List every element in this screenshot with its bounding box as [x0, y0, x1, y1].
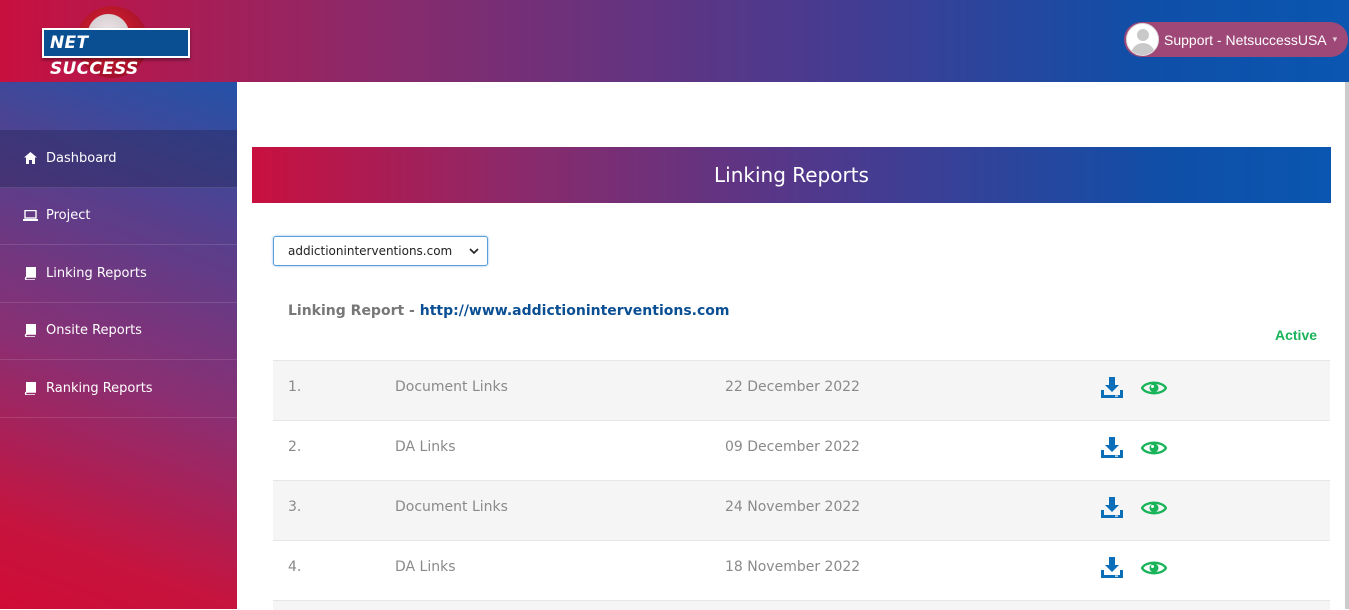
table-row: 4. DA Links 18 November 2022	[273, 540, 1330, 600]
laptop-icon	[22, 210, 38, 222]
status-badge: Active	[1275, 327, 1318, 343]
row-number: 1.	[288, 379, 302, 395]
chevron-down-icon	[469, 246, 479, 257]
report-label: Linking Report -	[288, 303, 420, 319]
row-number: 2.	[288, 439, 302, 455]
sidebar-item-label: Ranking Reports	[46, 380, 153, 396]
eye-icon[interactable]	[1141, 555, 1167, 581]
sidebar-item-dashboard[interactable]: Dashboard	[0, 130, 237, 188]
chevron-down-icon: ▾	[1332, 34, 1338, 44]
eye-icon[interactable]	[1141, 375, 1167, 401]
user-menu-button[interactable]: Support - NetsuccessUSA ▾	[1124, 22, 1348, 57]
page-banner: Linking Reports	[252, 147, 1331, 203]
sidebar-item-label: Dashboard	[46, 150, 117, 166]
report-heading: Linking Report - http://www.addictionint…	[288, 303, 730, 319]
sidebar-item-ranking-reports[interactable]: Ranking Reports	[0, 360, 237, 418]
user-name: Support - NetsuccessUSA	[1164, 31, 1327, 48]
row-number: 3.	[288, 499, 302, 515]
row-type: DA Links	[395, 439, 456, 455]
row-actions	[1099, 555, 1167, 581]
book-icon	[22, 324, 38, 338]
row-actions	[1099, 435, 1167, 461]
sidebar-nav: Dashboard Project Linking Reports Onsite…	[0, 130, 237, 418]
row-type: Document Links	[395, 499, 508, 515]
sidebar-item-onsite-reports[interactable]: Onsite Reports	[0, 303, 237, 360]
download-icon[interactable]	[1099, 495, 1125, 521]
table-row: 2. DA Links 09 December 2022	[273, 420, 1330, 480]
domain-select-value: addictioninterventions.com	[288, 244, 453, 258]
sidebar-item-label: Onsite Reports	[46, 323, 142, 339]
download-icon[interactable]	[1099, 435, 1125, 461]
net-success-logo[interactable]: NET SUCCESS	[40, 6, 190, 79]
row-number: 4.	[288, 559, 302, 575]
sidebar-item-linking-reports[interactable]: Linking Reports	[0, 245, 237, 303]
avatar	[1126, 23, 1159, 56]
sidebar-item-label: Project	[46, 208, 91, 224]
scrollbar[interactable]	[1345, 82, 1349, 609]
download-icon[interactable]	[1099, 555, 1125, 581]
row-date: 22 December 2022	[725, 379, 860, 395]
row-date: 24 November 2022	[725, 499, 861, 515]
row-date: 18 November 2022	[725, 559, 861, 575]
page-title: Linking Reports	[714, 163, 869, 187]
row-actions	[1099, 495, 1167, 521]
table-row: 3. Document Links 24 November 2022	[273, 480, 1330, 540]
row-actions	[1099, 375, 1167, 401]
reports-table: 1. Document Links 22 December 2022 2. DA…	[273, 360, 1330, 610]
top-header: NET SUCCESS Support - NetsuccessUSA ▾	[0, 0, 1349, 82]
home-icon	[22, 152, 38, 165]
eye-icon[interactable]	[1141, 495, 1167, 521]
sidebar-item-project[interactable]: Project	[0, 188, 237, 245]
row-type: Document Links	[395, 379, 508, 395]
main-content: Linking Reports addictioninterventions.c…	[237, 82, 1349, 610]
row-date: 09 December 2022	[725, 439, 860, 455]
sidebar: Dashboard Project Linking Reports Onsite…	[0, 82, 237, 609]
domain-select[interactable]: addictioninterventions.com	[273, 236, 488, 266]
download-icon[interactable]	[1099, 375, 1125, 401]
table-row: 1. Document Links 22 December 2022	[273, 360, 1330, 420]
eye-icon[interactable]	[1141, 435, 1167, 461]
row-type: DA Links	[395, 559, 456, 575]
book-icon	[22, 266, 38, 280]
report-url-link[interactable]: http://www.addictioninterventions.com	[420, 303, 730, 319]
book-icon	[22, 381, 38, 395]
sidebar-item-label: Linking Reports	[46, 265, 147, 281]
logo-text: NET SUCCESS	[42, 28, 190, 79]
